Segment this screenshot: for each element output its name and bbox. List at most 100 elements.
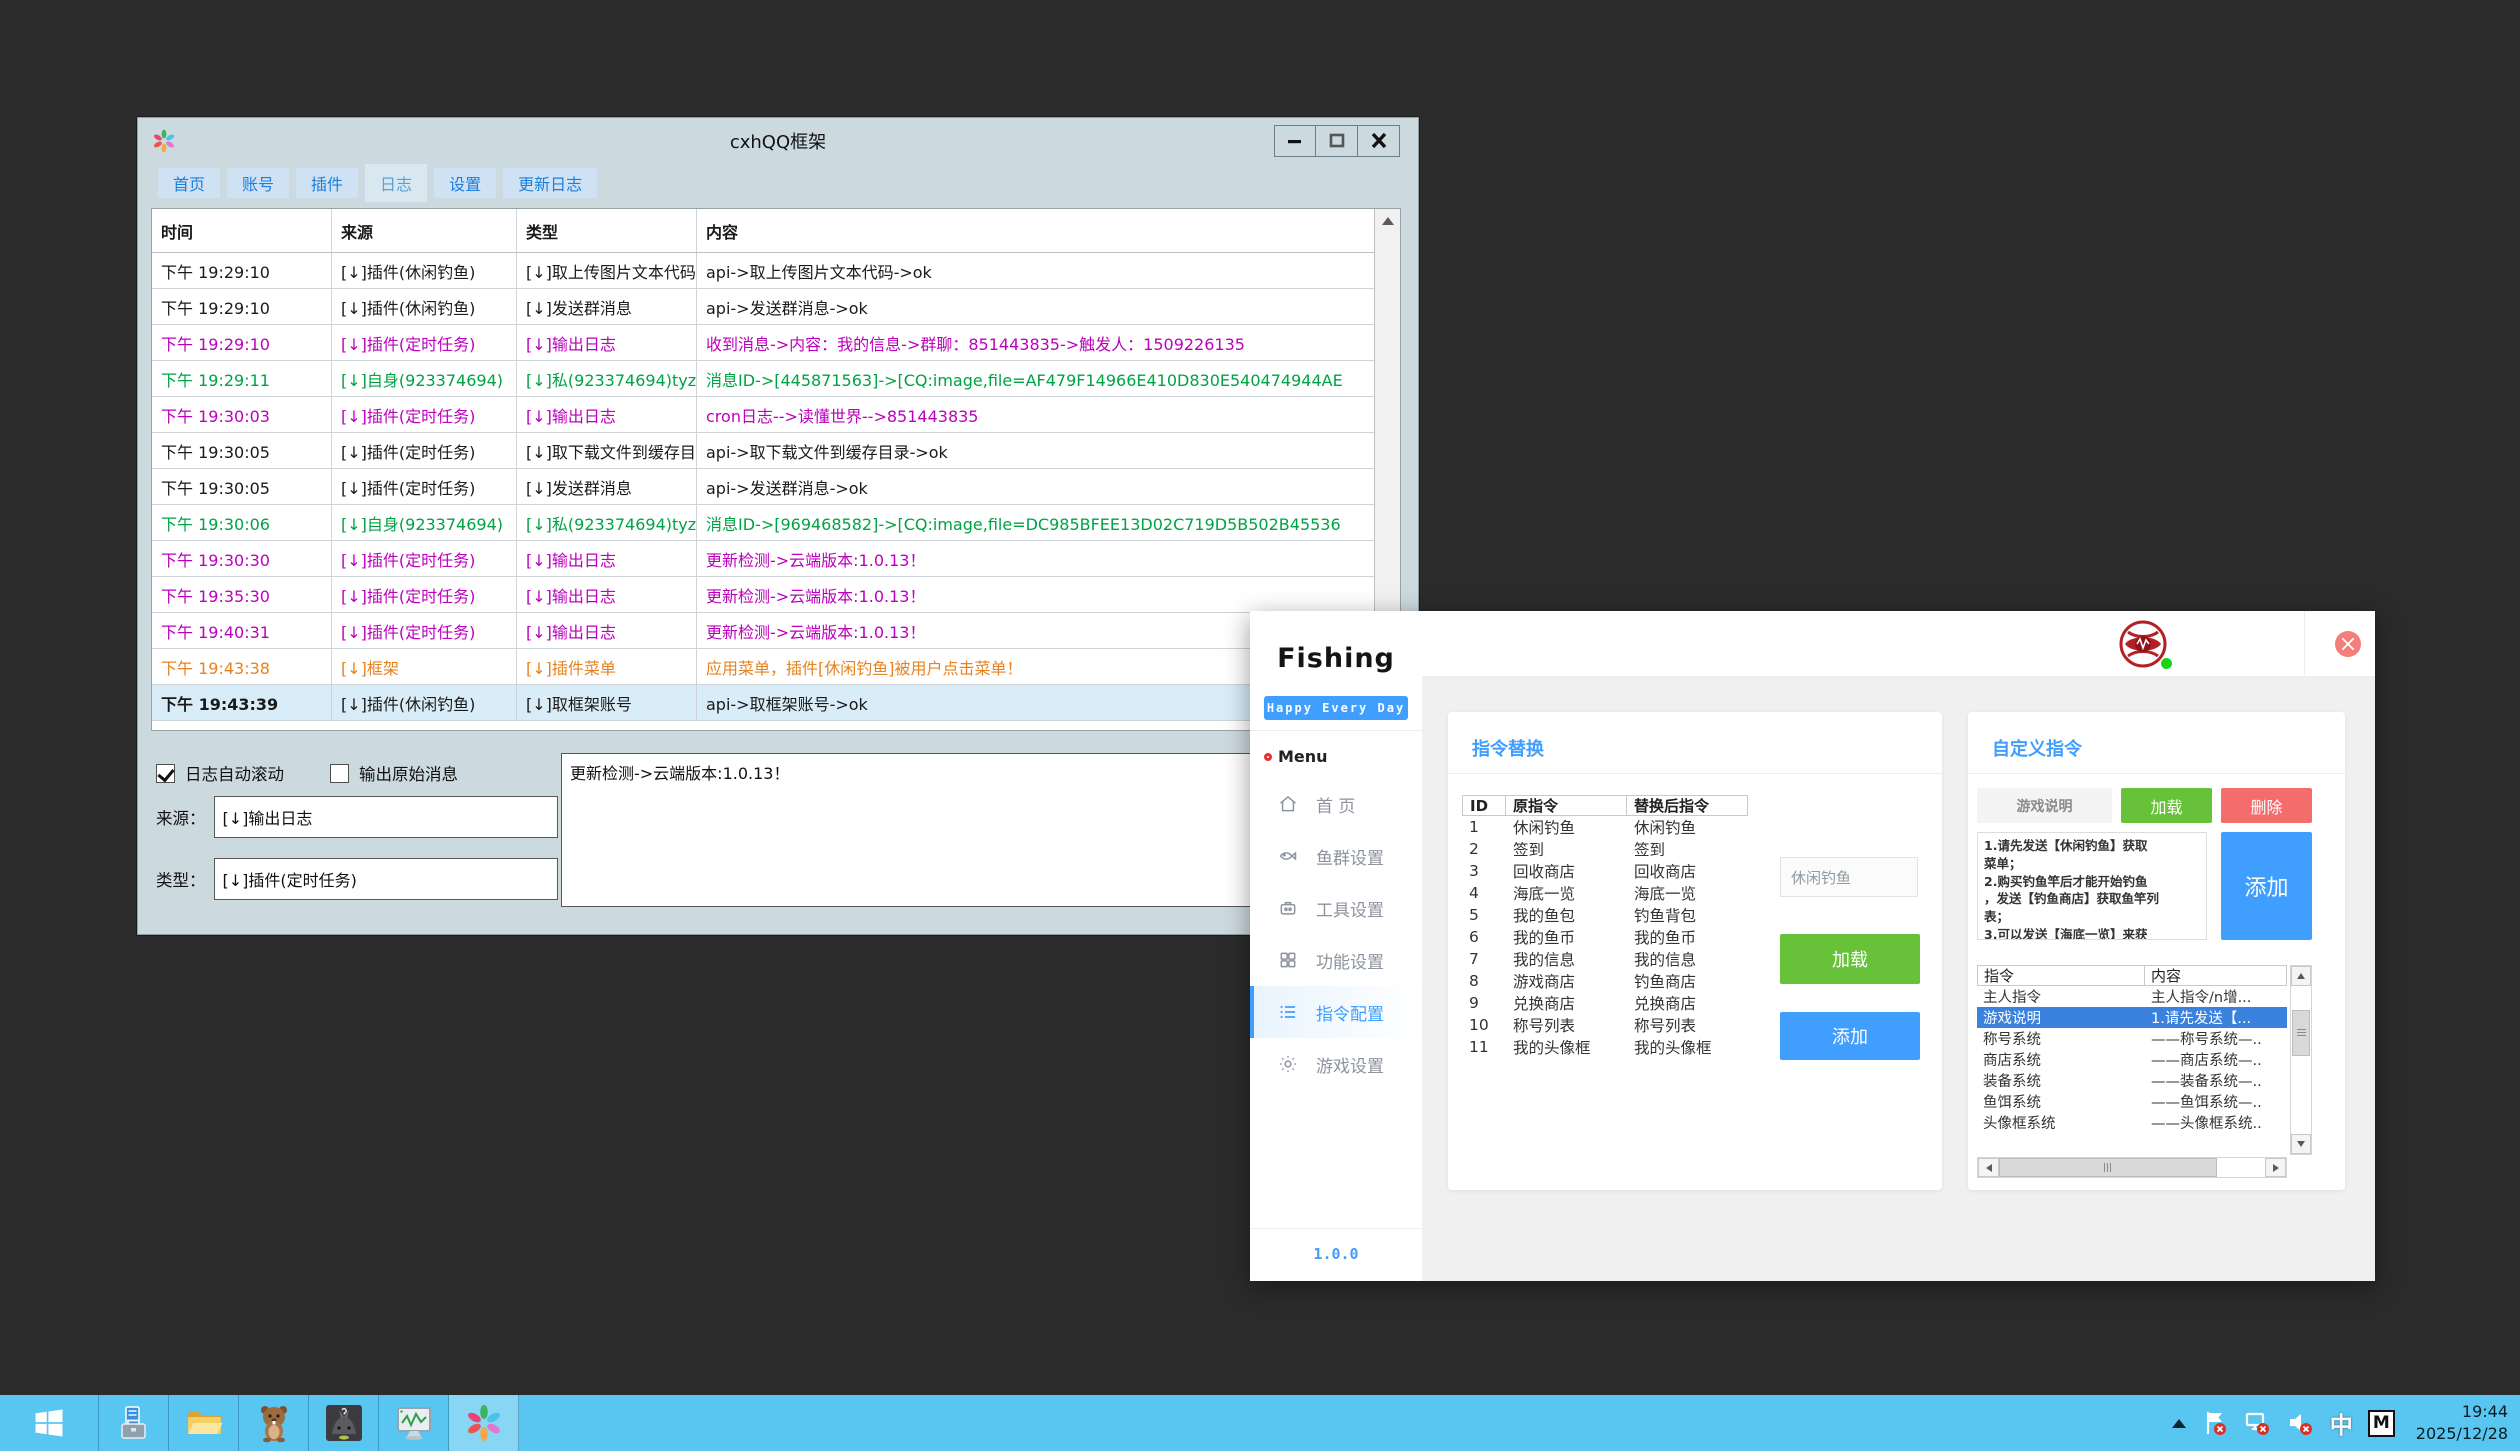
fishing-close-button[interactable]: [2335, 631, 2361, 657]
log-row[interactable]: 下午 19:29:11 [↓]自身(923374694) [↓]私(923374…: [152, 361, 1374, 397]
log-row[interactable]: 下午 19:30:05 [↓]插件(定时任务) [↓]发送群消息 api->发送…: [152, 469, 1374, 505]
table-row[interactable]: 3 回收商店 回收商店: [1462, 860, 1752, 882]
add-button[interactable]: 添加: [2221, 832, 2312, 940]
list-item[interactable]: 主人指令 主人指令/n增...: [1977, 986, 2287, 1007]
tab[interactable]: 日志: [365, 164, 428, 202]
autoscroll-label: 日志自动滚动: [185, 765, 284, 784]
log-row[interactable]: 下午 19:30:30 [↓]插件(定时任务) [↓]输出日志 更新检测->云端…: [152, 541, 1374, 577]
list-item[interactable]: 头像框系统 ——头像框系统..: [1977, 1112, 2287, 1133]
minimize-button[interactable]: [1274, 125, 1316, 157]
type-input[interactable]: [213, 858, 558, 900]
menu-item-command-config[interactable]: 指令配置: [1250, 986, 1422, 1038]
table-row[interactable]: 9 兑换商店 兑换商店: [1462, 992, 1752, 1014]
log-row[interactable]: 下午 19:29:10 [↓]插件(定时任务) [↓]输出日志 收到消息->内容…: [152, 325, 1374, 361]
cxhqq-titlebar[interactable]: cxhQQ框架: [138, 118, 1418, 164]
taskbar-file-explorer[interactable]: [169, 1395, 239, 1451]
log-row[interactable]: 下午 19:29:10 [↓]插件(休闲钓鱼) [↓]发送群消息 api->发送…: [152, 289, 1374, 325]
source-input[interactable]: [213, 796, 558, 838]
table-row[interactable]: 10 称号列表 称号列表: [1462, 1014, 1752, 1036]
tab[interactable]: 设置: [434, 168, 497, 198]
col-source[interactable]: 来源: [332, 209, 517, 252]
volume-muted-icon[interactable]: [2287, 1409, 2315, 1437]
server-manager-icon: [120, 1406, 146, 1439]
table-row[interactable]: 7 我的信息 我的信息: [1462, 948, 1752, 970]
cell-command: 称号系统: [1983, 1032, 2041, 1048]
log-row[interactable]: 下午 19:30:06 [↓]自身(923374694) [↓]私(923374…: [152, 505, 1374, 541]
network-status-icon[interactable]: [2244, 1409, 2272, 1437]
scroll-thumb[interactable]: [1999, 1158, 2217, 1177]
scroll-down-button[interactable]: [2291, 1134, 2311, 1154]
cell-command: 头像框系统: [1983, 1116, 2056, 1132]
start-button[interactable]: [0, 1395, 99, 1451]
tab[interactable]: 插件: [296, 168, 359, 198]
taskbar-server-manager[interactable]: [99, 1395, 169, 1451]
list-item[interactable]: 商店系统 ——商店系统—..: [1977, 1049, 2287, 1070]
tab[interactable]: 更新日志: [503, 168, 598, 198]
list-item[interactable]: 鱼饵系统 ——鱼饵系统—..: [1977, 1091, 2287, 1112]
list-vertical-scrollbar[interactable]: [2290, 965, 2312, 1155]
menu-item-fish-settings[interactable]: 鱼群设置: [1250, 830, 1422, 882]
table-row[interactable]: 1 休闲钓鱼 休闲钓鱼: [1462, 816, 1752, 838]
cxhqq-app-icon: [467, 1405, 500, 1441]
log-row[interactable]: 下午 19:30:05 [↓]插件(定时任务) [↓]取下载文件到缓存目录 ap…: [152, 433, 1374, 469]
scroll-thumb[interactable]: [2292, 1010, 2310, 1056]
maximize-button[interactable]: [1316, 125, 1358, 157]
scroll-right-button[interactable]: [2265, 1158, 2286, 1177]
log-type: [↓]私(923374694)tyz: [517, 361, 697, 396]
log-row[interactable]: 下午 19:43:39 [↓]插件(休闲钓鱼) [↓]取框架账号 api->取框…: [152, 685, 1374, 721]
scroll-left-button[interactable]: [1978, 1158, 1999, 1177]
table-row[interactable]: 6 我的鱼币 我的鱼币: [1462, 926, 1752, 948]
log-row[interactable]: 下午 19:35:30 [↓]插件(定时任务) [↓]输出日志 更新检测->云端…: [152, 577, 1374, 613]
log-row[interactable]: 下午 19:40:31 [↓]插件(定时任务) [↓]输出日志 更新检测->云端…: [152, 613, 1374, 649]
menu-item-game-settings[interactable]: 游戏设置: [1250, 1038, 1422, 1090]
log-row[interactable]: 下午 19:30:03 [↓]插件(定时任务) [↓]输出日志 cron日志--…: [152, 397, 1374, 433]
log-content: api->发送群消息->ok: [706, 298, 868, 318]
autoscroll-checkbox[interactable]: [156, 763, 175, 783]
log-row[interactable]: 下午 19:29:10 [↓]插件(休闲钓鱼) [↓]取上传图片文本代码 api…: [152, 253, 1374, 289]
add-button[interactable]: 添加: [1780, 1012, 1920, 1060]
delete-button[interactable]: 删除: [2221, 788, 2312, 823]
tab[interactable]: 账号: [227, 168, 290, 198]
col-id: ID: [1462, 795, 1506, 816]
table-row[interactable]: 5 我的鱼包 钓鱼背包: [1462, 904, 1752, 926]
col-time[interactable]: 时间: [152, 209, 332, 252]
scroll-up-button[interactable]: [1375, 209, 1400, 233]
list-item[interactable]: 称号系统 ——称号系统—..: [1977, 1028, 2287, 1049]
table-row[interactable]: 2 签到 签到: [1462, 838, 1752, 860]
scroll-up-button[interactable]: [2291, 966, 2311, 986]
log-row[interactable]: 下午 19:43:38 [↓]框架 [↓]插件菜单 应用菜单，插件[休闲钓鱼]被…: [152, 649, 1374, 685]
banner-button[interactable]: Happy Every Day: [1264, 696, 1408, 720]
menu-item-tool-settings[interactable]: 工具设置: [1250, 882, 1422, 934]
taskbar-performance-monitor[interactable]: [379, 1395, 449, 1451]
table-row[interactable]: 4 海底一览 海底一览: [1462, 882, 1752, 904]
menu-item-function-settings[interactable]: 功能设置: [1250, 934, 1422, 986]
list-item[interactable]: 游戏说明 1.请先发送【...: [1977, 1007, 2287, 1028]
ime-mode-badge[interactable]: M: [2367, 1409, 2395, 1437]
list-horizontal-scrollbar[interactable]: [1977, 1157, 2287, 1178]
action-center-flag-icon[interactable]: [2201, 1409, 2229, 1437]
command-list-rows: 主人指令 主人指令/n增... 游戏说明 1.请先发送【... 称号系统 ——称…: [1977, 986, 2287, 1133]
log-rows: 下午 19:29:10 [↓]插件(休闲钓鱼) [↓]取上传图片文本代码 api…: [152, 253, 1374, 721]
tab[interactable]: 首页: [158, 168, 221, 198]
taskbar-beaver-app[interactable]: [239, 1395, 309, 1451]
command-name-input[interactable]: [1977, 788, 2112, 823]
col-content[interactable]: 内容: [697, 209, 1374, 252]
table-row[interactable]: 8 游戏商店 钓鱼商店: [1462, 970, 1752, 992]
log-detail-textarea[interactable]: 更新检测->云端版本:1.0.13！: [561, 753, 1361, 907]
input-method-indicator[interactable]: 中: [2330, 1406, 2353, 1440]
command-content-textarea[interactable]: 1.请先发送【休闲钓鱼】获取 菜单； 2.购买钓鱼竿后才能开始钓鱼 ，发送【钓鱼…: [1977, 832, 2207, 940]
menu-item-home[interactable]: 首 页: [1250, 778, 1422, 830]
tray-expand-icon[interactable]: [2171, 1418, 2186, 1428]
log-source: [↓]插件(休闲钓鱼): [332, 253, 517, 288]
raw-output-checkbox[interactable]: [330, 763, 349, 783]
taskbar-cxhqq-app[interactable]: [449, 1395, 519, 1451]
taskbar-wolf-app[interactable]: [309, 1395, 379, 1451]
command-input[interactable]: [1780, 857, 1918, 897]
list-item[interactable]: 装备系统 ——装备系统—..: [1977, 1070, 2287, 1091]
close-button[interactable]: [1358, 125, 1400, 157]
col-type[interactable]: 类型: [517, 209, 697, 252]
load-button[interactable]: 加载: [1780, 934, 1920, 984]
taskbar-clock[interactable]: 19:44 2025/12/28: [2410, 1401, 2508, 1444]
load-button[interactable]: 加载: [2121, 788, 2212, 823]
table-row[interactable]: 11 我的头像框 我的头像框: [1462, 1036, 1752, 1058]
